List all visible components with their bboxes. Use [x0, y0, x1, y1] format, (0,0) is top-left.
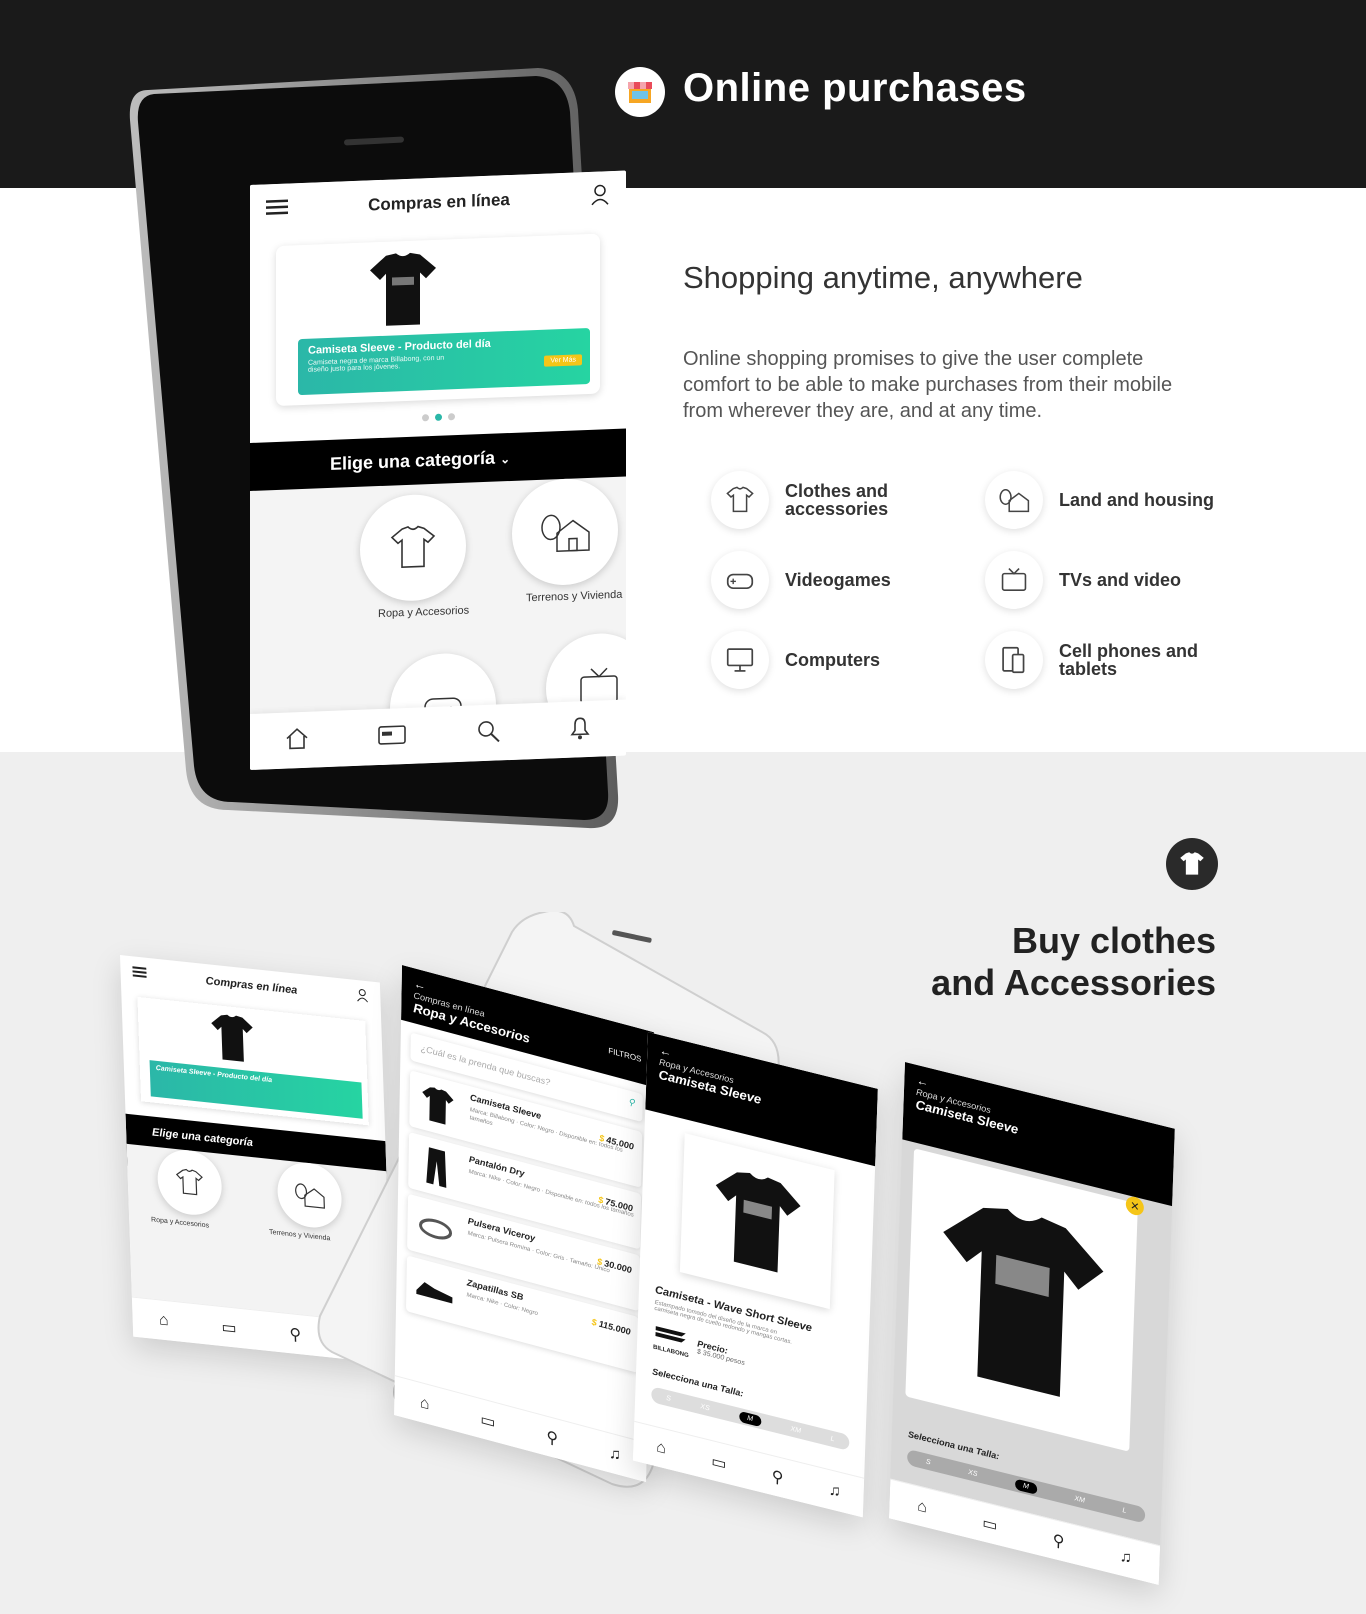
intro-subtitle: Shopping anytime, anywhere	[683, 260, 1083, 295]
bracelet-product-image	[413, 1201, 458, 1257]
hamburger-menu-icon[interactable]	[266, 197, 288, 221]
bell-icon[interactable]	[568, 713, 592, 745]
billabong-logo: BILLABONG	[653, 1322, 690, 1359]
bell-icon[interactable]: ♫	[1119, 1547, 1132, 1568]
bell-icon[interactable]: ♫	[828, 1481, 841, 1502]
banner-description: Camiseta negra de marca Billabong, con u…	[308, 354, 445, 374]
product-price: 115.000	[592, 1317, 631, 1337]
screen-image-zoom: ← Ropa y Accesorios Camiseta Sleeve ✕ Se…	[888, 1062, 1175, 1586]
size-option[interactable]: XS	[700, 1403, 710, 1412]
category-label: TVs and video	[1059, 570, 1182, 590]
wallet-icon[interactable]: ▭	[480, 1409, 495, 1433]
search-icon[interactable]: ⚲	[628, 1096, 635, 1109]
chevron-down-icon[interactable]: ⌄	[500, 452, 510, 466]
category-label: Computers	[785, 650, 881, 670]
tshirt-icon	[390, 525, 436, 568]
category-clothes-label: Ropa y Accesorios	[378, 604, 470, 621]
pants-product-image	[414, 1139, 459, 1195]
see-more-button[interactable]: Ver Más	[544, 354, 582, 367]
hamburger-menu-icon[interactable]	[132, 964, 147, 984]
monitor-icon	[711, 631, 769, 689]
wallet-icon[interactable]: ▭	[221, 1316, 237, 1338]
home-icon[interactable]	[284, 725, 310, 755]
tshirt-product-image	[211, 1014, 253, 1062]
screen-product-detail: ← Ropa y Accesorios Camiseta Sleeve Cami…	[632, 1032, 878, 1518]
size-option-selected[interactable]: M	[1014, 1478, 1038, 1495]
search-icon[interactable]: ⚲	[546, 1426, 558, 1449]
section-title-line1: Buy clothes	[1011, 920, 1216, 961]
hero-title: Online purchases	[683, 66, 1027, 110]
category-label: Cell phones and tablets	[1059, 641, 1199, 679]
gamepad-icon	[711, 551, 769, 609]
category-label: Land and housing	[1059, 490, 1214, 510]
bell-icon[interactable]: ♫	[609, 1444, 621, 1465]
home-icon[interactable]: ⌂	[656, 1438, 666, 1458]
tshirt-product-image	[943, 1207, 1104, 1397]
category-item-phones: Cell phones and tablets	[985, 631, 1234, 689]
category-item-computers: Computers	[711, 631, 960, 689]
category-item-clothes: Clothes and accessories	[711, 471, 960, 529]
banner-title: Camiseta Sleeve - Producto del día	[308, 337, 491, 357]
featured-banner[interactable]: Camiseta Sleeve - Producto del día Camis…	[276, 233, 600, 407]
zoomed-product-image[interactable]: ✕	[905, 1148, 1145, 1452]
user-icon[interactable]	[590, 183, 610, 211]
tshirt-icon	[711, 471, 769, 529]
category-clothes-label: Ropa y Accesorios	[150, 1216, 210, 1230]
shoe-product-image	[412, 1263, 457, 1319]
intro-description: Online shopping promises to give the use…	[683, 348, 1173, 422]
search-icon[interactable]: ⚲	[289, 1324, 301, 1345]
phone-mockup-main: Compras en línea Camiseta Sleeve - Produ…	[108, 50, 628, 832]
section-title: Buy clothes and Accessories	[931, 920, 1216, 1004]
tshirt-badge-icon	[1166, 838, 1218, 890]
home-icon[interactable]: ⌂	[917, 1497, 927, 1517]
category-label: Videogames	[785, 570, 891, 590]
section-title-line2: and Accessories	[931, 962, 1216, 1003]
category-clothes-button[interactable]	[360, 492, 466, 603]
tshirt-icon	[175, 1168, 203, 1196]
tshirt-product-image	[368, 250, 438, 334]
category-label: Clothes and accessories	[785, 481, 889, 519]
phone-tablet-icon	[985, 631, 1043, 689]
carousel-dots[interactable]	[250, 401, 626, 433]
house-icon	[985, 471, 1043, 529]
choose-category-label: Elige una categoría	[330, 447, 496, 474]
wallet-icon[interactable]	[377, 722, 407, 750]
main-app-screen: Compras en línea Camiseta Sleeve - Produ…	[250, 170, 626, 770]
home-icon[interactable]: ⌂	[420, 1393, 430, 1413]
size-option[interactable]: XS	[968, 1468, 978, 1477]
size-option[interactable]: L	[830, 1435, 834, 1443]
category-item-videogames: Videogames	[711, 551, 960, 609]
size-option[interactable]: L	[1122, 1507, 1126, 1515]
size-option-selected[interactable]: M	[739, 1410, 762, 1427]
tshirt-product-image	[415, 1078, 460, 1134]
product-meta: Marca: Pulsera Romina · Color: Gris · Ta…	[467, 1230, 610, 1275]
screen-product-list: ← FILTROS Compras en línea Ropa y Acceso…	[394, 965, 654, 1483]
size-option[interactable]: S	[926, 1458, 931, 1466]
search-icon[interactable]	[475, 717, 501, 749]
category-clothes-button[interactable]	[156, 1146, 223, 1219]
home-icon[interactable]: ⌂	[159, 1311, 169, 1330]
app-title: Compras en línea	[368, 190, 510, 215]
category-land-label: Terrenos y Vivienda	[526, 588, 623, 605]
search-icon[interactable]: ⚲	[771, 1465, 783, 1488]
banner-caption: Camiseta Sleeve - Producto del día Camis…	[298, 327, 590, 396]
category-item-tv: TVs and video	[985, 551, 1234, 609]
wallet-icon[interactable]: ▭	[711, 1450, 727, 1474]
wallet-icon[interactable]: ▭	[982, 1512, 998, 1536]
size-option[interactable]: XM	[790, 1425, 801, 1435]
tshirt-product-image	[715, 1172, 801, 1273]
category-land-button[interactable]	[512, 476, 618, 587]
house-icon	[541, 514, 590, 552]
product-image[interactable]	[679, 1133, 835, 1310]
tv-icon	[985, 551, 1043, 609]
search-icon[interactable]: ⚲	[1052, 1529, 1064, 1552]
app-title: Compras en línea	[205, 975, 298, 997]
category-item-land: Land and housing	[985, 471, 1234, 529]
size-option[interactable]: XM	[1074, 1495, 1085, 1505]
size-option[interactable]: S	[666, 1394, 671, 1402]
